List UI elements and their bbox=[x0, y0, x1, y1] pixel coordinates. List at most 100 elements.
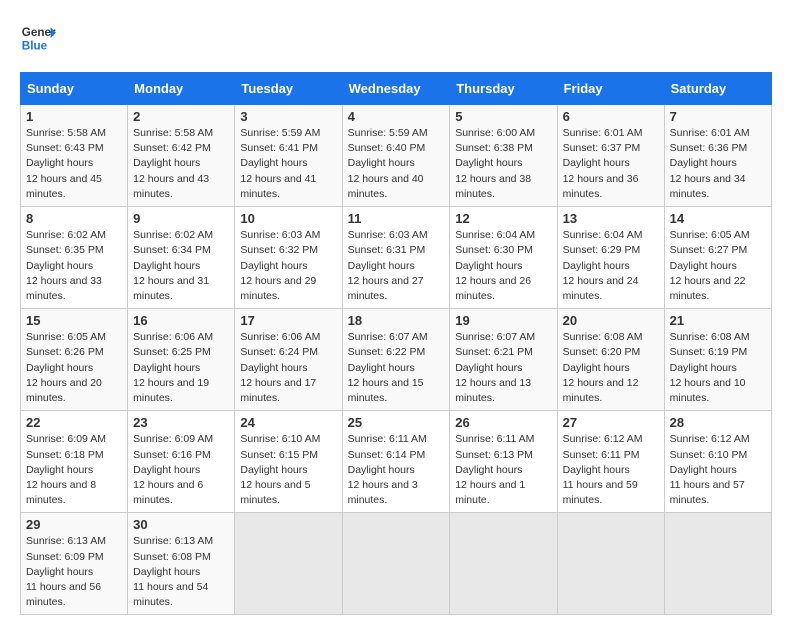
table-row: 11 Sunrise: 6:03 AMSunset: 6:31 PMDaylig… bbox=[342, 207, 450, 309]
table-row bbox=[235, 513, 342, 615]
table-row bbox=[664, 513, 771, 615]
day-info: Sunrise: 6:08 AMSunset: 6:20 PMDaylight … bbox=[563, 331, 643, 404]
table-row bbox=[557, 513, 664, 615]
day-info: Sunrise: 5:59 AMSunset: 6:41 PMDaylight … bbox=[240, 127, 320, 200]
day-info: Sunrise: 6:01 AMSunset: 6:37 PMDaylight … bbox=[563, 127, 643, 200]
day-info: Sunrise: 6:13 AMSunset: 6:09 PMDaylight … bbox=[26, 535, 106, 608]
day-number: 8 bbox=[26, 211, 122, 226]
day-info: Sunrise: 6:12 AMSunset: 6:10 PMDaylight … bbox=[670, 433, 750, 506]
table-row: 25 Sunrise: 6:11 AMSunset: 6:14 PMDaylig… bbox=[342, 411, 450, 513]
day-number: 26 bbox=[455, 415, 551, 430]
day-info: Sunrise: 6:12 AMSunset: 6:11 PMDaylight … bbox=[563, 433, 643, 506]
col-header-friday: Friday bbox=[557, 73, 664, 105]
day-number: 28 bbox=[670, 415, 766, 430]
table-row: 24 Sunrise: 6:10 AMSunset: 6:15 PMDaylig… bbox=[235, 411, 342, 513]
day-number: 4 bbox=[348, 109, 445, 124]
calendar-week-2: 8 Sunrise: 6:02 AMSunset: 6:35 PMDayligh… bbox=[21, 207, 772, 309]
day-number: 24 bbox=[240, 415, 336, 430]
col-header-wednesday: Wednesday bbox=[342, 73, 450, 105]
col-header-saturday: Saturday bbox=[664, 73, 771, 105]
table-row: 6 Sunrise: 6:01 AMSunset: 6:37 PMDayligh… bbox=[557, 105, 664, 207]
table-row: 30 Sunrise: 6:13 AMSunset: 6:08 PMDaylig… bbox=[128, 513, 235, 615]
col-header-sunday: Sunday bbox=[21, 73, 128, 105]
table-row bbox=[450, 513, 557, 615]
day-number: 29 bbox=[26, 517, 122, 532]
table-row: 8 Sunrise: 6:02 AMSunset: 6:35 PMDayligh… bbox=[21, 207, 128, 309]
day-number: 10 bbox=[240, 211, 336, 226]
table-row: 10 Sunrise: 6:03 AMSunset: 6:32 PMDaylig… bbox=[235, 207, 342, 309]
day-info: Sunrise: 6:02 AMSunset: 6:34 PMDaylight … bbox=[133, 229, 213, 302]
day-number: 15 bbox=[26, 313, 122, 328]
day-info: Sunrise: 6:11 AMSunset: 6:13 PMDaylight … bbox=[455, 433, 534, 506]
day-info: Sunrise: 6:05 AMSunset: 6:27 PMDaylight … bbox=[670, 229, 750, 302]
page-header: General Blue bbox=[20, 20, 772, 56]
table-row: 22 Sunrise: 6:09 AMSunset: 6:18 PMDaylig… bbox=[21, 411, 128, 513]
day-info: Sunrise: 6:09 AMSunset: 6:18 PMDaylight … bbox=[26, 433, 106, 506]
day-info: Sunrise: 6:02 AMSunset: 6:35 PMDaylight … bbox=[26, 229, 106, 302]
day-number: 12 bbox=[455, 211, 551, 226]
table-row: 21 Sunrise: 6:08 AMSunset: 6:19 PMDaylig… bbox=[664, 309, 771, 411]
day-info: Sunrise: 6:11 AMSunset: 6:14 PMDaylight … bbox=[348, 433, 427, 506]
day-info: Sunrise: 6:07 AMSunset: 6:22 PMDaylight … bbox=[348, 331, 428, 404]
table-row: 19 Sunrise: 6:07 AMSunset: 6:21 PMDaylig… bbox=[450, 309, 557, 411]
day-number: 25 bbox=[348, 415, 445, 430]
day-number: 1 bbox=[26, 109, 122, 124]
day-info: Sunrise: 6:08 AMSunset: 6:19 PMDaylight … bbox=[670, 331, 750, 404]
day-number: 23 bbox=[133, 415, 229, 430]
day-info: Sunrise: 6:00 AMSunset: 6:38 PMDaylight … bbox=[455, 127, 535, 200]
table-row: 20 Sunrise: 6:08 AMSunset: 6:20 PMDaylig… bbox=[557, 309, 664, 411]
day-number: 17 bbox=[240, 313, 336, 328]
day-number: 2 bbox=[133, 109, 229, 124]
day-number: 3 bbox=[240, 109, 336, 124]
calendar-table: SundayMondayTuesdayWednesdayThursdayFrid… bbox=[20, 72, 772, 615]
calendar-week-4: 22 Sunrise: 6:09 AMSunset: 6:18 PMDaylig… bbox=[21, 411, 772, 513]
day-info: Sunrise: 5:58 AMSunset: 6:43 PMDaylight … bbox=[26, 127, 106, 200]
calendar-week-3: 15 Sunrise: 6:05 AMSunset: 6:26 PMDaylig… bbox=[21, 309, 772, 411]
day-number: 20 bbox=[563, 313, 659, 328]
logo-icon: General Blue bbox=[20, 20, 56, 56]
day-info: Sunrise: 6:06 AMSunset: 6:24 PMDaylight … bbox=[240, 331, 320, 404]
day-number: 27 bbox=[563, 415, 659, 430]
day-number: 16 bbox=[133, 313, 229, 328]
day-info: Sunrise: 5:59 AMSunset: 6:40 PMDaylight … bbox=[348, 127, 428, 200]
calendar-week-5: 29 Sunrise: 6:13 AMSunset: 6:09 PMDaylig… bbox=[21, 513, 772, 615]
table-row: 2 Sunrise: 5:58 AMSunset: 6:42 PMDayligh… bbox=[128, 105, 235, 207]
col-header-tuesday: Tuesday bbox=[235, 73, 342, 105]
day-number: 18 bbox=[348, 313, 445, 328]
day-info: Sunrise: 6:04 AMSunset: 6:29 PMDaylight … bbox=[563, 229, 643, 302]
day-number: 5 bbox=[455, 109, 551, 124]
day-number: 14 bbox=[670, 211, 766, 226]
day-info: Sunrise: 6:06 AMSunset: 6:25 PMDaylight … bbox=[133, 331, 213, 404]
calendar-week-1: 1 Sunrise: 5:58 AMSunset: 6:43 PMDayligh… bbox=[21, 105, 772, 207]
day-number: 22 bbox=[26, 415, 122, 430]
col-header-thursday: Thursday bbox=[450, 73, 557, 105]
day-number: 6 bbox=[563, 109, 659, 124]
logo: General Blue bbox=[20, 20, 56, 56]
day-number: 13 bbox=[563, 211, 659, 226]
day-info: Sunrise: 6:01 AMSunset: 6:36 PMDaylight … bbox=[670, 127, 750, 200]
day-number: 30 bbox=[133, 517, 229, 532]
day-number: 7 bbox=[670, 109, 766, 124]
day-number: 11 bbox=[348, 211, 445, 226]
table-row: 17 Sunrise: 6:06 AMSunset: 6:24 PMDaylig… bbox=[235, 309, 342, 411]
day-number: 19 bbox=[455, 313, 551, 328]
day-info: Sunrise: 6:03 AMSunset: 6:31 PMDaylight … bbox=[348, 229, 428, 302]
day-number: 21 bbox=[670, 313, 766, 328]
day-info: Sunrise: 6:04 AMSunset: 6:30 PMDaylight … bbox=[455, 229, 535, 302]
table-row: 18 Sunrise: 6:07 AMSunset: 6:22 PMDaylig… bbox=[342, 309, 450, 411]
col-header-monday: Monday bbox=[128, 73, 235, 105]
table-row: 4 Sunrise: 5:59 AMSunset: 6:40 PMDayligh… bbox=[342, 105, 450, 207]
day-info: Sunrise: 6:09 AMSunset: 6:16 PMDaylight … bbox=[133, 433, 213, 506]
day-info: Sunrise: 5:58 AMSunset: 6:42 PMDaylight … bbox=[133, 127, 213, 200]
table-row: 9 Sunrise: 6:02 AMSunset: 6:34 PMDayligh… bbox=[128, 207, 235, 309]
table-row: 7 Sunrise: 6:01 AMSunset: 6:36 PMDayligh… bbox=[664, 105, 771, 207]
day-info: Sunrise: 6:07 AMSunset: 6:21 PMDaylight … bbox=[455, 331, 535, 404]
table-row: 14 Sunrise: 6:05 AMSunset: 6:27 PMDaylig… bbox=[664, 207, 771, 309]
day-info: Sunrise: 6:13 AMSunset: 6:08 PMDaylight … bbox=[133, 535, 213, 608]
table-row: 26 Sunrise: 6:11 AMSunset: 6:13 PMDaylig… bbox=[450, 411, 557, 513]
table-row: 3 Sunrise: 5:59 AMSunset: 6:41 PMDayligh… bbox=[235, 105, 342, 207]
table-row: 15 Sunrise: 6:05 AMSunset: 6:26 PMDaylig… bbox=[21, 309, 128, 411]
day-number: 9 bbox=[133, 211, 229, 226]
table-row: 5 Sunrise: 6:00 AMSunset: 6:38 PMDayligh… bbox=[450, 105, 557, 207]
table-row: 16 Sunrise: 6:06 AMSunset: 6:25 PMDaylig… bbox=[128, 309, 235, 411]
